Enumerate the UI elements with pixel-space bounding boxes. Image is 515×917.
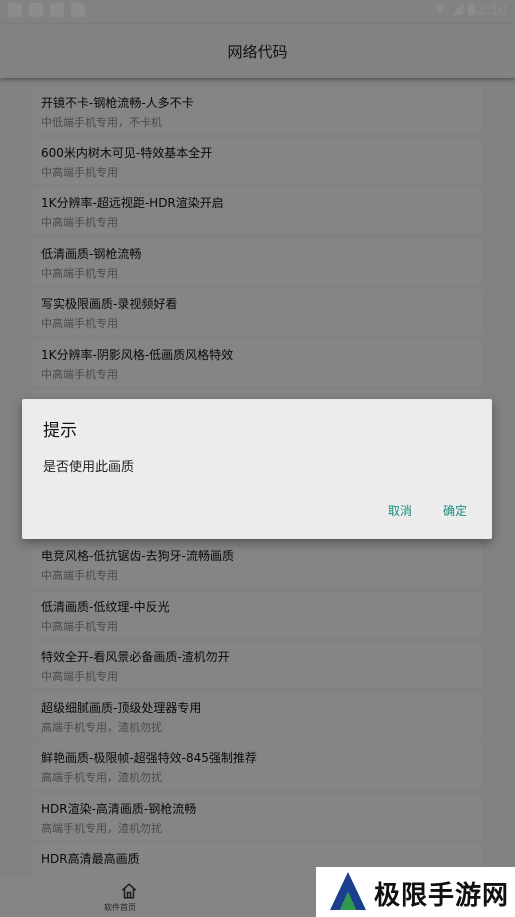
confirm-dialog: 提示 是否使用此画质 取消 确定 [22,399,492,539]
watermark-logo-icon [330,872,366,910]
watermark-text: 极限手游网 [374,881,510,911]
dialog-message: 是否使用此画质 [43,460,135,475]
confirm-button[interactable]: 确定 [443,502,467,519]
dialog-title: 提示 [43,421,77,441]
cancel-button[interactable]: 取消 [388,502,412,519]
watermark: 极限手游网 [316,867,515,917]
